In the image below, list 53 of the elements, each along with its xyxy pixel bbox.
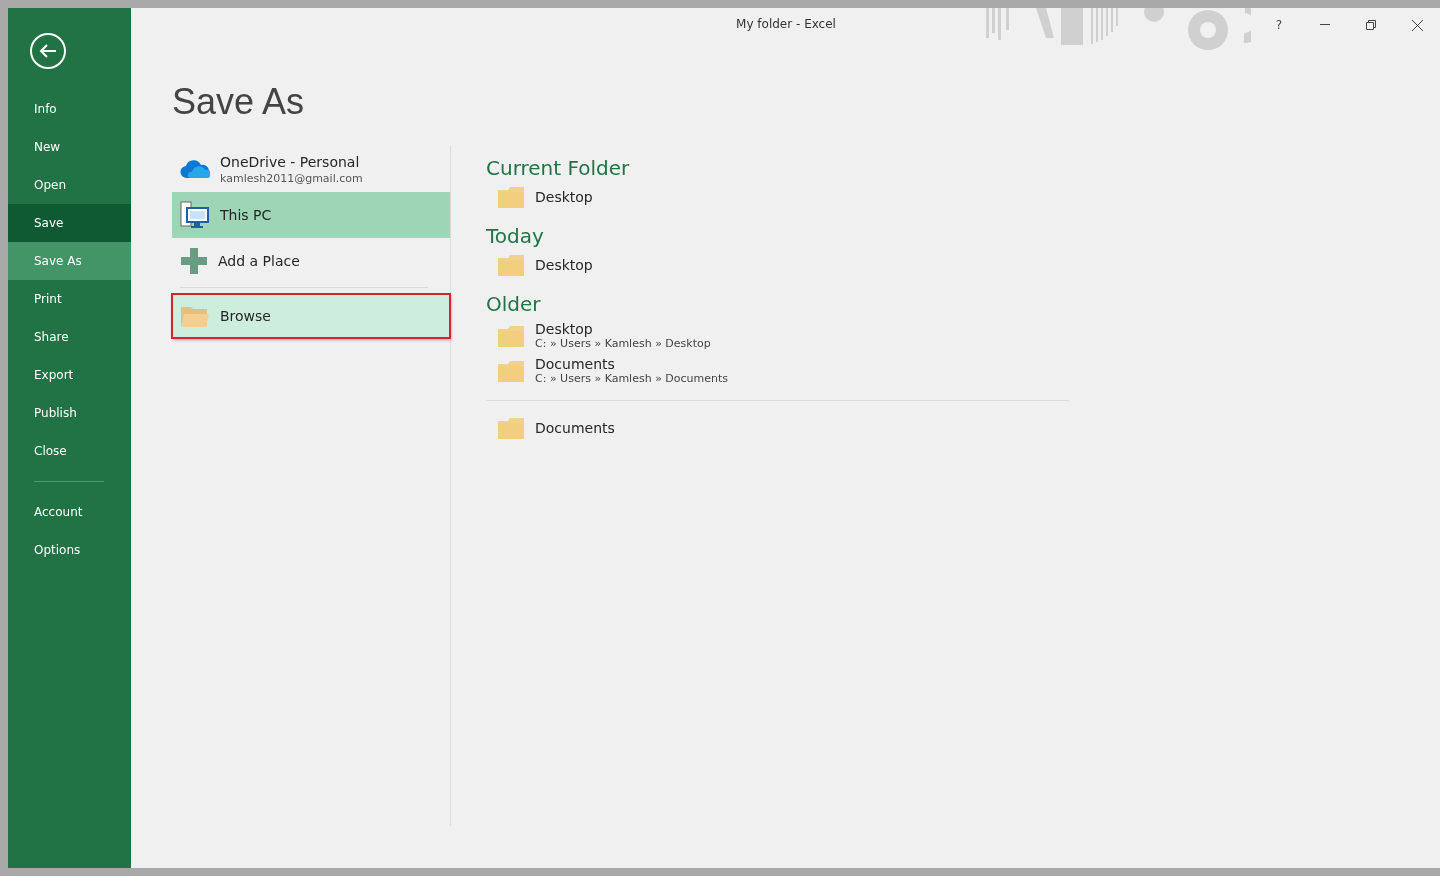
- section-heading: Current Folder: [486, 155, 630, 182]
- folder-path: C: » Users » Kamlesh » Desktop: [535, 337, 711, 350]
- arrow-left-icon: [39, 43, 57, 59]
- computer-icon: [180, 201, 210, 229]
- section-heading: Older: [486, 291, 541, 318]
- menu-item[interactable]: Save: [8, 204, 131, 242]
- folder-icon: [497, 416, 525, 440]
- folder-icon: [497, 185, 525, 209]
- menu-item[interactable]: Options: [8, 531, 131, 569]
- menu-item[interactable]: Save As: [8, 242, 131, 280]
- folder-item[interactable]: Desktop: [486, 182, 593, 212]
- menu-item[interactable]: Account: [8, 493, 131, 531]
- location-name: Add a Place: [218, 253, 300, 269]
- cloud-icon: [180, 159, 210, 179]
- folder-name: Desktop: [535, 321, 594, 337]
- folder-name: Documents: [535, 356, 616, 372]
- location-name: Browse: [220, 308, 271, 324]
- location-option[interactable]: This PC: [172, 192, 450, 238]
- location-name: This PC: [220, 207, 272, 223]
- folder-name: Desktop: [535, 257, 593, 273]
- folder-icon: [497, 323, 525, 348]
- menu-item[interactable]: Close: [8, 432, 131, 470]
- menu-item[interactable]: Print: [8, 280, 131, 318]
- folder-item[interactable]: Desktop C: » Users » Kamlesh » Desktop: [486, 318, 711, 353]
- folder-name: Documents: [535, 420, 615, 436]
- folder-path: C: » Users » Kamlesh » Documents: [535, 372, 729, 385]
- page-title: Save As: [172, 80, 305, 124]
- menu-item[interactable]: Open: [8, 166, 131, 204]
- location-name: OneDrive - Personal: [220, 153, 361, 170]
- menu-item[interactable]: Publish: [8, 394, 131, 432]
- menu-item[interactable]: New: [8, 128, 131, 166]
- plus-icon: [180, 247, 208, 275]
- help-button[interactable]: ?: [1256, 10, 1302, 40]
- location-option[interactable]: Browse: [172, 294, 450, 338]
- folder-name: Desktop: [535, 189, 593, 205]
- folder-item[interactable]: Documents: [486, 413, 615, 443]
- minimize-icon: [1320, 24, 1330, 26]
- folder-icon: [497, 253, 525, 277]
- close-icon: [1411, 19, 1423, 31]
- menu-item[interactable]: Info: [8, 90, 131, 128]
- folder-icon: [180, 304, 210, 328]
- restore-icon: [1366, 20, 1376, 30]
- folder-item[interactable]: Desktop: [486, 250, 593, 280]
- folder-icon: [497, 358, 525, 383]
- location-option[interactable]: Add a Place: [172, 238, 450, 284]
- window-title: My folder - Excel: [735, 17, 837, 31]
- folder-item[interactable]: Documents C: » Users » Kamlesh » Documents: [486, 353, 729, 388]
- menu-item[interactable]: Share: [8, 318, 131, 356]
- section-heading: Today: [486, 223, 544, 250]
- back-button[interactable]: [30, 33, 66, 69]
- location-option[interactable]: OneDrive - Personal kamlesh2011@gmail.com: [172, 146, 450, 192]
- account-email: kamlesh2011@gmail.com: [220, 171, 363, 185]
- menu-item[interactable]: Export: [8, 356, 131, 394]
